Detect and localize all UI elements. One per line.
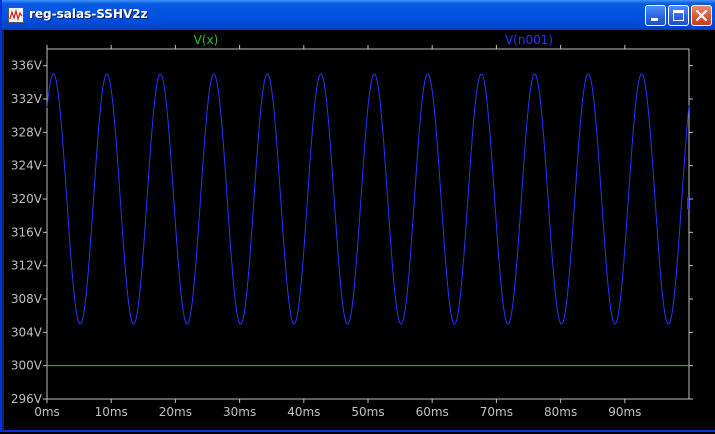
x-tick-label: 70ms: [480, 405, 513, 419]
x-tick-label: 0ms: [34, 405, 60, 419]
y-tick-label: 304V: [11, 325, 43, 339]
x-tick-label: 90ms: [608, 405, 641, 419]
x-tick-label: 10ms: [95, 405, 128, 419]
maximize-icon: [673, 10, 684, 21]
y-tick-label: 312V: [11, 259, 43, 273]
plot-frame: [46, 48, 690, 400]
x-tick-label: 80ms: [544, 405, 577, 419]
maximize-button[interactable]: [668, 5, 689, 26]
waveform-viewer-icon: [8, 7, 24, 23]
x-tick-label: 40ms: [287, 405, 320, 419]
y-tick-label: 336V: [11, 59, 43, 73]
plot-pane[interactable]: 296V 300V 304V 308V 312V 316V 320V 324V 328V 332V…: [4, 30, 715, 430]
close-button[interactable]: [691, 5, 712, 26]
legend-v-x[interactable]: V(x): [194, 33, 219, 47]
minimize-button[interactable]: [645, 5, 666, 26]
y-tick-label: 300V: [11, 359, 43, 373]
y-tick-label: 324V: [11, 159, 43, 173]
x-tick-label: 30ms: [223, 405, 256, 419]
y-tick-label: 328V: [11, 125, 43, 139]
legend-v-n001[interactable]: V(n001): [505, 33, 553, 47]
window-title: reg-salas-SSHV2z: [29, 7, 148, 21]
x-tick-label: 50ms: [351, 405, 384, 419]
app-window: reg-salas-SSHV2z 296V 300V 304V 308V 312V 316…: [0, 0, 715, 432]
x-tick-label: 60ms: [416, 405, 449, 419]
waveform-plot[interactable]: 296V 300V 304V 308V 312V 316V 320V 324V 328V 332V…: [4, 30, 715, 430]
y-tick-label: 320V: [11, 192, 43, 206]
x-tick-label: 20ms: [159, 405, 192, 419]
trace-v-n001[interactable]: [46, 73, 690, 325]
y-tick-label: 332V: [11, 92, 43, 106]
minimize-icon: [651, 18, 658, 21]
title-bar[interactable]: reg-salas-SSHV2z: [2, 0, 715, 30]
y-tick-label: 316V: [11, 225, 43, 239]
close-icon: [695, 9, 708, 22]
y-tick-label: 308V: [11, 292, 43, 306]
y-tick-label: 296V: [11, 392, 43, 406]
